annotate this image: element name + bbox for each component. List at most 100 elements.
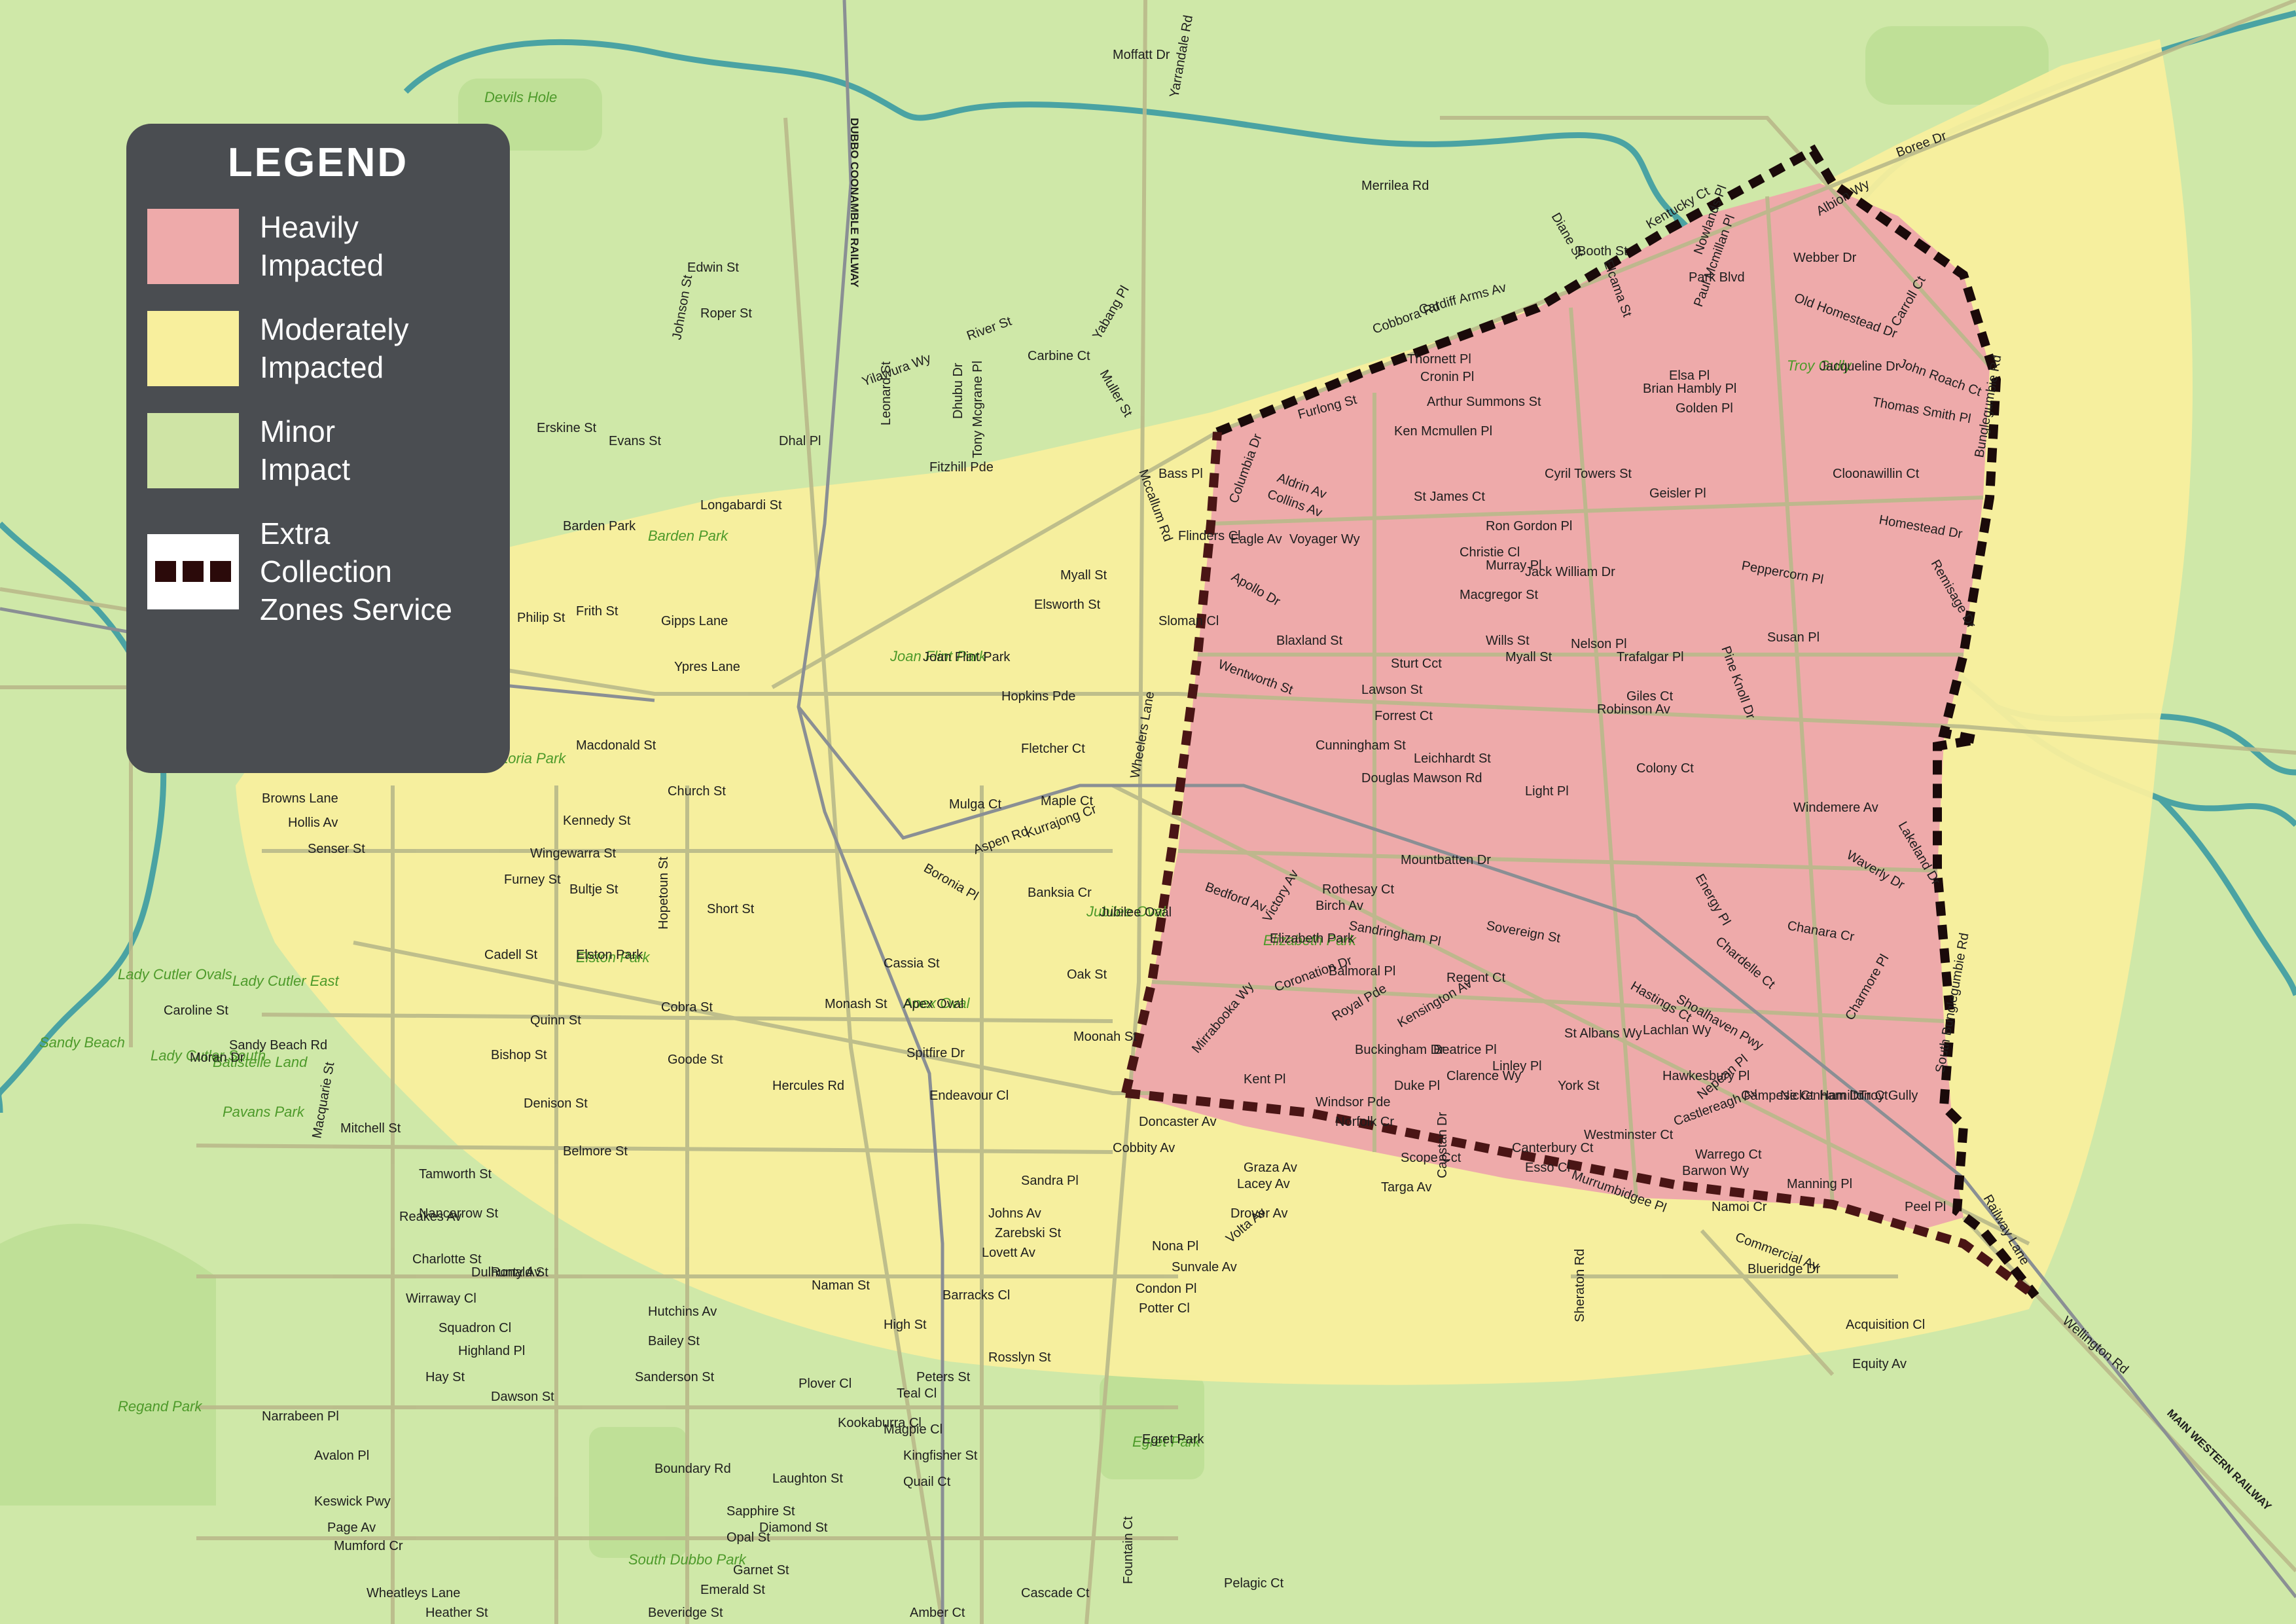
street-label: Furney St (504, 873, 561, 887)
street-label: Pelagic Ct (1224, 1576, 1284, 1591)
street-label: Boundary Rd (655, 1462, 731, 1476)
legend-swatch-heavy (147, 208, 239, 284)
street-label: Bishop St (491, 1048, 547, 1062)
street-label: Fletcher Ct (1021, 742, 1085, 756)
street-label: Bailey St (648, 1334, 700, 1348)
street-label: High St (884, 1318, 927, 1332)
street-label: Equity Av (1852, 1357, 1907, 1371)
street-label: Edwin St (687, 261, 739, 275)
street-label: Garnet St (733, 1563, 789, 1578)
street-label: Egret Park (1142, 1432, 1204, 1447)
street-label: Joan Flint Park (923, 650, 1011, 664)
street-label: Teal Cl (897, 1386, 937, 1401)
street-label: Goode St (668, 1053, 723, 1067)
place-label: South Dubbo Park (628, 1551, 747, 1568)
legend-label: Minor Impact (260, 414, 351, 486)
street-label: Sandy Beach Rd (229, 1038, 327, 1053)
legend-item-heavy: Heavily Impacted (147, 208, 489, 284)
street-label: Brian Hambly Pl (1643, 382, 1736, 396)
street-label: Buckingham Dr (1355, 1043, 1444, 1057)
legend-swatch-dashed-boundary (147, 533, 239, 609)
street-label: Amber Ct (910, 1606, 965, 1620)
street-label: Webber Dr (1793, 251, 1857, 265)
street-label: Short St (707, 902, 755, 916)
street-label: Spitfire Dr (906, 1046, 965, 1060)
legend-item-minor: Minor Impact (147, 412, 489, 488)
place-label: Regand Park (118, 1398, 202, 1415)
street-label: Jubilee Oval (1100, 905, 1172, 920)
street-label: Arthur Summons St (1427, 395, 1541, 409)
street-label: Church St (668, 784, 726, 799)
street-label: Blaxland St (1276, 634, 1343, 648)
street-label: Laughton St (772, 1471, 843, 1486)
street-label: Senser St (308, 842, 365, 856)
street-label: Forrest Ct (1374, 709, 1433, 723)
map-root: Devils Hole Barden Park Joan Flint Park … (0, 0, 2296, 1624)
street-label: Belmore St (563, 1144, 628, 1159)
street-label: Sandra Pl (1021, 1174, 1079, 1188)
street-label: Flinders Cl (1178, 529, 1241, 543)
street-label: Philip St (517, 611, 565, 625)
dash-mark-icon (155, 561, 176, 582)
street-label: Quinn St (530, 1013, 581, 1028)
street-label: Jacqueline Dr (1820, 359, 1900, 374)
street-label: Hollis Av (288, 816, 338, 830)
street-label: Naman St (812, 1278, 870, 1293)
street-label: Peel Pl (1905, 1200, 1946, 1214)
street-label: Beatrice Pl (1433, 1043, 1497, 1057)
street-label: Oak St (1067, 967, 1107, 982)
street-label: Cunningham St (1316, 738, 1406, 753)
street-label: Condon Pl (1136, 1282, 1196, 1296)
street-label: Cassia St (884, 956, 940, 971)
street-label: Cascade Ct (1021, 1586, 1090, 1600)
street-label: Wirraway Cl (406, 1291, 476, 1306)
street-label: Charlotte St (412, 1252, 482, 1267)
dash-mark-icon (210, 561, 231, 582)
street-label: Johns Av (988, 1206, 1041, 1221)
street-label: Rothesay Ct (1322, 882, 1394, 897)
street-label: Ypres Lane (674, 660, 740, 674)
street-label: Colony Ct (1636, 761, 1694, 776)
street-label: Longabardi St (700, 498, 782, 513)
street-label: Keswick Pwy (314, 1494, 391, 1509)
street-label: Ken Mcmullen Pl (1394, 424, 1492, 439)
street-label: Merrilea Rd (1361, 179, 1429, 193)
street-label: Lachlan Wy (1643, 1023, 1711, 1038)
street-label: Mitchell St (340, 1121, 401, 1136)
street-label: Norfolk Cr (1335, 1115, 1394, 1129)
street-label: Browns Lane (262, 791, 338, 806)
street-label: Mulga Ct (949, 797, 1001, 812)
street-label: Sturt Cct (1391, 657, 1442, 671)
street-label: Lacey Av (1237, 1177, 1290, 1191)
street-label: Squadron Cl (439, 1321, 511, 1335)
street-label: Cobbity Av (1113, 1141, 1175, 1155)
street-label: Cloonawillin Ct (1833, 467, 1920, 481)
street-label: Kookaburra Cl (838, 1416, 922, 1430)
street-label: Doncaster Av (1139, 1115, 1217, 1129)
street-label: Opal St (726, 1530, 770, 1545)
street-label: Canterbury Ct (1512, 1141, 1594, 1155)
street-label: Evans St (609, 434, 661, 448)
legend-swatch-moderate (147, 310, 239, 386)
place-label: Devils Hole (484, 89, 557, 105)
street-label: Birch Av (1316, 899, 1363, 913)
street-label: Blueridge Dr (1748, 1262, 1821, 1276)
street-label: Thornett Pl (1407, 352, 1471, 367)
street-label: Kennedy St (563, 814, 631, 828)
street-label: Myall St (1505, 650, 1552, 664)
street-label: Leichhardt St (1414, 751, 1491, 766)
legend-label: Heavily Impacted (260, 210, 384, 282)
street-label: Esso Cl (1525, 1161, 1570, 1175)
street-label: Hay St (425, 1370, 465, 1384)
street-label: Westminster Ct (1584, 1128, 1674, 1142)
street-label: Dhubu Dr (951, 363, 965, 419)
street-label: Ronald St (491, 1265, 548, 1280)
street-label: Robinson Av (1597, 702, 1670, 717)
street-label: Acquisition Cl (1846, 1318, 1925, 1332)
street-label: Windemere Av (1793, 801, 1878, 815)
street-label: Bass Pl (1158, 467, 1203, 481)
street-label: Plover Cl (798, 1377, 852, 1391)
street-label: Barracks Cl (942, 1288, 1010, 1303)
dash-mark-icon (183, 561, 204, 582)
street-label: Gipps Lane (661, 614, 728, 628)
